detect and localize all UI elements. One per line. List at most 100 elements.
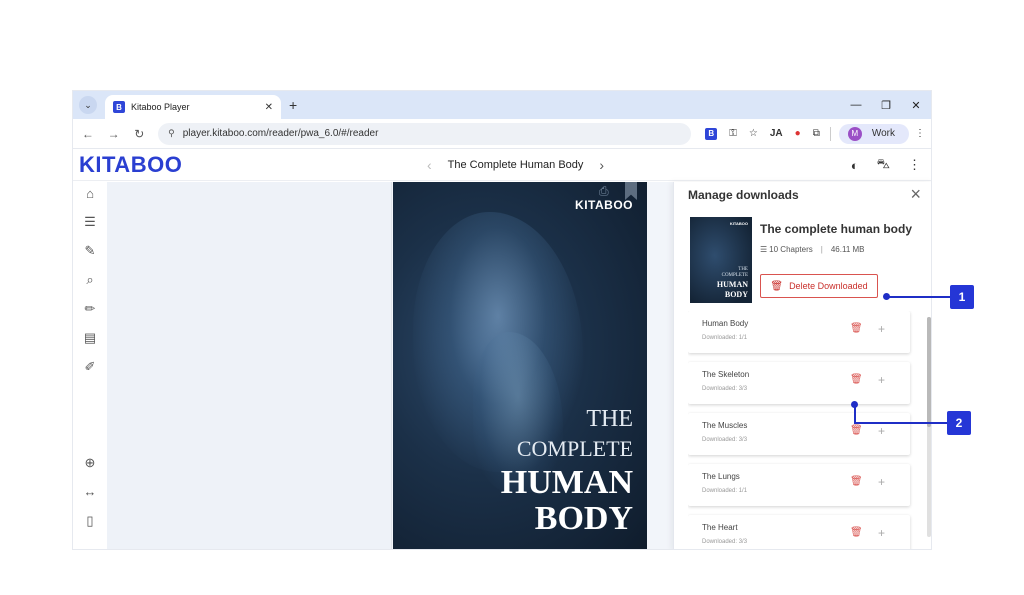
restore-icon[interactable]: ❐ [871,99,901,112]
blank-page [107,182,392,549]
sticky-note-icon[interactable]: ▤ [82,330,98,346]
cover-title-line-1: THE [586,406,633,432]
reload-icon[interactable]: ↻ [128,127,150,141]
tab-strip: ⌄ B Kitaboo Player ✕ + — ❐ ✕ [73,91,931,119]
thumbnail-line-3: HUMAN [716,280,748,289]
chapters-list-icon: ☰ [760,245,768,254]
delete-chapter-icon[interactable]: 🗑 [850,527,863,538]
thumbnail-line-2: COMPLETE [721,273,748,278]
next-chevron-icon[interactable]: › [599,157,604,173]
contrast-icon[interactable]: ◐ [851,158,859,173]
add-chapter-icon[interactable]: + [878,475,885,489]
previous-chevron-icon[interactable]: ‹ [427,157,432,173]
book-cover: ⎙ KITABOO THE COMPLETE HUMAN BODY [393,182,647,549]
browser-tab[interactable]: B Kitaboo Player ✕ [105,95,281,119]
zoom-in-icon[interactable]: ⊕ [82,455,98,471]
delete-downloaded-label: Delete Downloaded [789,281,868,291]
tab-title: Kitaboo Player [131,102,190,112]
chapter-status: Downloaded: 3/3 [702,437,748,443]
book-title: The Complete Human Body [447,159,584,171]
password-key-icon[interactable]: ⚿ [729,128,737,139]
callout-1-badge: 1 [950,285,974,309]
download-size: 46.11 MB [830,245,865,254]
kitaboo-extension-icon[interactable]: B [705,127,718,140]
url-field[interactable]: ⚲ player.kitaboo.com/reader/pwa_6.0/#/re… [158,122,692,145]
browser-window: ⌄ B Kitaboo Player ✕ + — ❐ ✕ ← → ↻ ⚲ pla… [72,90,932,550]
accessibility-icon[interactable]: ⛍ [877,156,890,174]
chapter-item: The Heart Downloaded: 3/3 🗑 + [688,515,910,549]
kitaboo-favicon-icon: B [113,101,125,113]
chapter-item: The Lungs Downloaded: 1/1 🗑 + [688,464,910,506]
notes-icon[interactable]: ✎ [82,243,98,259]
table-of-contents-icon[interactable]: ☰ [82,214,98,230]
reader-body: ⌂ ☰ ✎ ⌕ ✏ ▤ ✐ ⊕ ↔ ▯ ⎙ KITABOO THE COMPLE… [73,182,931,549]
delete-chapter-icon[interactable]: 🗑 [850,323,863,334]
panel-title: Manage downloads [688,188,799,202]
thumbnail-line-1: THE [738,267,748,272]
extension-badge-icon[interactable]: ● [795,128,801,139]
chapter-status: Downloaded: 3/3 [702,539,748,545]
scrollbar-thumb[interactable] [927,317,931,427]
manage-downloads-panel: Manage downloads × KITABOO THE COMPLETE … [673,182,931,549]
add-chapter-icon[interactable]: + [878,424,885,438]
book-thumbnail: KITABOO THE COMPLETE HUMAN BODY [690,217,752,303]
window-controls: — ❐ ✕ [841,91,931,119]
chapter-status: Downloaded: 1/1 [702,488,748,494]
forward-icon[interactable]: → [103,127,125,141]
header-actions: ◐ ⛍ ⋮ [833,149,921,181]
more-options-icon[interactable]: ⋮ [908,157,921,173]
chapter-name: Human Body [702,319,749,328]
extensions-puzzle-icon[interactable]: ⧉ [813,128,820,139]
tab-search-icon[interactable]: ⌄ [79,96,97,114]
book-navigation: ‹ The Complete Human Body › [411,149,620,181]
kitaboo-logo: KITABOO [79,151,183,177]
minimize-icon[interactable]: — [841,99,871,111]
bookmark-star-icon[interactable]: ☆ [749,128,758,139]
highlighter-icon[interactable]: ✐ [82,359,98,375]
new-tab-icon[interactable]: + [289,97,297,113]
toolbar-separator [829,126,831,141]
add-chapter-icon[interactable]: + [878,373,885,387]
page-icon[interactable]: ▯ [82,513,98,529]
delete-downloaded-button[interactable]: 🗑 Delete Downloaded [760,274,878,298]
chapters-count: 10 Chapters [769,245,813,254]
browser-menu-icon[interactable]: ⋮ [915,128,925,139]
meta-divider: | [820,245,823,254]
add-chapter-icon[interactable]: + [878,322,885,336]
extension-ja-icon[interactable]: JA [770,128,783,139]
profile-button[interactable]: M Work [838,123,910,144]
cover-title-line-2: COMPLETE [516,436,633,461]
print-icon[interactable]: ⎙ [599,184,609,199]
add-chapter-icon[interactable]: + [878,526,885,540]
back-icon[interactable]: ← [77,127,99,141]
close-window-icon[interactable]: ✕ [901,99,931,112]
download-book-title: The complete human body [760,222,913,236]
close-tab-icon[interactable]: ✕ [265,102,273,113]
avatar: M [847,126,862,141]
delete-chapter-icon[interactable]: 🗑 [850,374,863,385]
fit-width-icon[interactable]: ↔ [82,484,98,499]
callout-2-badge: 2 [947,411,971,435]
close-panel-icon[interactable]: × [910,184,921,205]
chapter-list: Human Body Downloaded: 1/1 🗑 + The Skele… [688,311,914,549]
site-info-icon[interactable]: ⚲ [168,128,175,139]
pen-icon[interactable]: ✏ [82,301,98,317]
search-icon[interactable]: ⌕ [82,272,98,288]
extension-area: B ⚿ ☆ JA ● ⧉ M Work ⋮ [699,123,931,144]
chapter-item: Human Body Downloaded: 1/1 🗑 + [688,311,910,353]
thumbnail-brand: KITABOO [729,221,748,226]
chapter-item: The Muscles Downloaded: 3/3 🗑 + [688,413,910,455]
delete-chapter-icon[interactable]: 🗑 [850,476,863,487]
panel-scrollbar[interactable] [927,317,931,537]
address-bar: ← → ↻ ⚲ player.kitaboo.com/reader/pwa_6.… [73,119,931,149]
cover-title-line-4: BODY [534,500,633,537]
chapter-name: The Muscles [702,421,748,430]
url-text: player.kitaboo.com/reader/pwa_6.0/#/read… [182,128,379,139]
callout-1-line [887,296,950,298]
screenshot-stage: ⌄ B Kitaboo Player ✕ + — ❐ ✕ ← → ↻ ⚲ pla… [0,0,1024,595]
left-toolbar: ⌂ ☰ ✎ ⌕ ✏ ▤ ✐ ⊕ ↔ ▯ [73,182,107,549]
delete-chapter-icon[interactable]: 🗑 [850,425,863,436]
profile-label: Work [871,128,896,139]
home-icon[interactable]: ⌂ [82,186,98,201]
cover-title-line-3: HUMAN [500,464,633,501]
